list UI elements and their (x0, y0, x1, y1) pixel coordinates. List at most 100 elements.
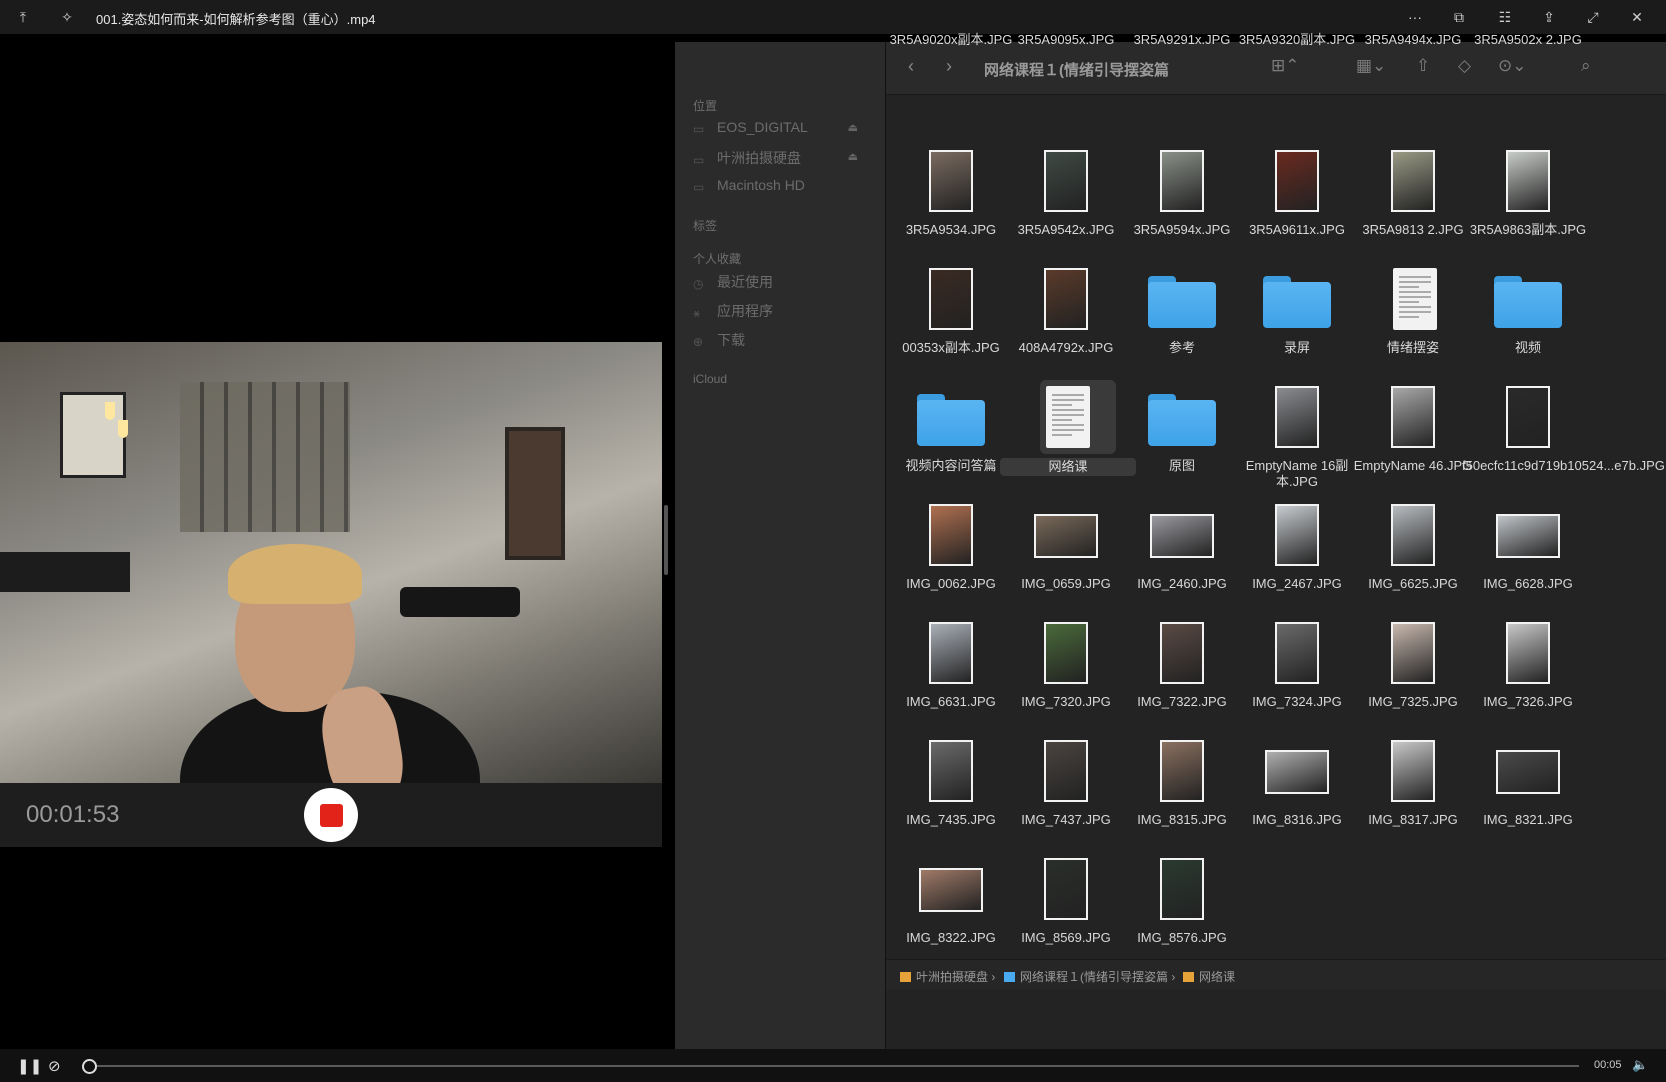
download-icon: ⊕ (693, 335, 704, 350)
file-item[interactable]: EmptyName 46.JPG (1353, 386, 1473, 496)
image-thumbnail (1391, 150, 1435, 212)
pin-icon[interactable]: ✧ (58, 8, 76, 26)
applications-icon: ⚹ (693, 306, 701, 321)
file-item[interactable]: 3R5A9594x.JPG (1122, 150, 1242, 260)
player-controls: ❚❚ ⊘ 00:05 🔈 (0, 1049, 1666, 1082)
image-thumbnail (1391, 504, 1435, 566)
file-item[interactable]: 视频内容问答篇 (891, 386, 1011, 496)
file-item[interactable]: 3R5A9095x.JPG (1006, 32, 1126, 142)
file-item[interactable]: IMG_8316.JPG (1237, 740, 1357, 850)
file-name: IMG_8317.JPG (1368, 812, 1458, 827)
file-item[interactable]: 3R5A9291x.JPG (1122, 32, 1242, 142)
file-item[interactable]: 3R5A9020x副本.JPG (890, 32, 1013, 142)
eject-icon[interactable]: ⏏ (848, 150, 858, 163)
eject-icon[interactable]: ⏏ (848, 121, 858, 134)
file-item[interactable]: 3R5A9542x.JPG (1006, 150, 1126, 260)
image-thumbnail (929, 150, 973, 212)
file-item[interactable]: IMG_7322.JPG (1122, 622, 1242, 732)
file-name: 3R5A9502x 2.JPG (1474, 32, 1582, 47)
image-thumbnail (929, 740, 973, 802)
file-item[interactable]: 参考 (1122, 268, 1242, 378)
file-item[interactable]: IMG_8321.JPG (1468, 740, 1588, 850)
pause-icon[interactable]: ❚❚ (17, 1057, 42, 1075)
file-item[interactable]: 情绪摆姿 (1353, 268, 1473, 378)
image-thumbnail (1391, 386, 1435, 448)
file-name: 视频 (1514, 340, 1541, 355)
file-item[interactable]: IMG_2460.JPG (1122, 504, 1242, 614)
sidebar-item-downloads[interactable]: ⊕ 下载 (693, 330, 878, 354)
file-item[interactable]: IMG_6628.JPG (1468, 504, 1588, 614)
stop-record-button[interactable] (304, 788, 358, 842)
file-item[interactable]: 原图 (1122, 386, 1242, 496)
sidebar-item-eos-digital[interactable]: ▭ EOS_DIGITAL ⏏ (693, 119, 878, 143)
file-item[interactable]: 3R5A9611x.JPG (1237, 150, 1357, 260)
file-item[interactable]: IMG_7437.JPG (1006, 740, 1126, 850)
file-item[interactable]: 00353x副本.JPG (891, 268, 1011, 378)
volume-icon[interactable]: 🔈 (1632, 1057, 1648, 1073)
file-name: IMG_8316.JPG (1252, 812, 1342, 827)
file-item[interactable]: IMG_7320.JPG (1006, 622, 1126, 732)
path-crumb-course[interactable]: 网络课程１(情绪引导摆姿篇 › (1004, 968, 1175, 985)
image-thumbnail (929, 622, 973, 684)
file-name: EmptyName 46.JPG (1353, 458, 1473, 473)
file-item[interactable]: IMG_0062.JPG (891, 504, 1011, 614)
file-name: 3R5A9020x副本.JPG (889, 32, 1013, 47)
image-thumbnail (1391, 740, 1435, 802)
file-item[interactable]: IMG_2467.JPG (1237, 504, 1357, 614)
file-name: IMG_7320.JPG (1021, 694, 1111, 709)
progress-knob[interactable] (82, 1059, 97, 1074)
sidebar-section-icloud: iCloud (693, 372, 728, 386)
share-icon[interactable]: ⇪ (1540, 8, 1558, 26)
file-item[interactable]: IMG_7325.JPG (1353, 622, 1473, 732)
file-item[interactable]: IMG_8322.JPG (891, 858, 1011, 968)
folder-icon (1004, 972, 1015, 982)
file-item[interactable]: IMG_7435.JPG (891, 740, 1011, 850)
file-item[interactable]: IMG_8315.JPG (1122, 740, 1242, 850)
playback-time: 00:05 (1594, 1059, 1622, 1071)
file-item[interactable]: 3R5A9320副本.JPG (1237, 32, 1357, 142)
file-item[interactable]: 网络课 (1000, 380, 1136, 496)
more-icon[interactable]: ··· (1406, 8, 1424, 26)
resize-handle[interactable] (664, 505, 668, 575)
screenshot-icon[interactable]: ⧉ (1450, 8, 1468, 26)
file-item[interactable]: EmptyName 16副本.JPG (1237, 386, 1357, 496)
file-item[interactable]: f50ecfc11c9d719b10524...e7b.JPG (1462, 386, 1665, 496)
file-name: IMG_2460.JPG (1137, 576, 1227, 591)
file-item[interactable]: IMG_0659.JPG (1006, 504, 1126, 614)
file-item[interactable]: IMG_7326.JPG (1468, 622, 1588, 732)
sidebar-item-recents[interactable]: ◷ 最近使用 (693, 272, 878, 296)
file-name: IMG_8569.JPG (1021, 930, 1111, 945)
sidebar-item-applications[interactable]: ⚹ 应用程序 (693, 301, 878, 325)
file-item[interactable]: 3R5A9502x 2.JPG (1468, 32, 1588, 142)
path-crumb-drive[interactable]: 叶洲拍摄硬盘 › (900, 968, 995, 985)
settings-icon[interactable]: ☷ (1496, 8, 1514, 26)
file-item[interactable]: IMG_8569.JPG (1006, 858, 1126, 968)
image-thumbnail (1044, 150, 1088, 212)
pin-top-icon[interactable]: ⤒ (14, 8, 32, 26)
file-item[interactable]: 3R5A9863副本.JPG (1468, 150, 1588, 260)
file-item[interactable]: IMG_8576.JPG (1122, 858, 1242, 968)
file-name: 3R5A9542x.JPG (1017, 222, 1115, 237)
loop-off-icon[interactable]: ⊘ (48, 1057, 61, 1075)
close-icon[interactable]: ✕ (1628, 8, 1646, 26)
drive-icon (900, 972, 911, 982)
file-item[interactable]: IMG_7324.JPG (1237, 622, 1357, 732)
file-item[interactable]: 视频 (1468, 268, 1588, 378)
sidebar-item-macintosh-hd[interactable]: ▭ Macintosh HD (693, 177, 878, 201)
file-item[interactable]: 408A4792x.JPG (1006, 268, 1126, 378)
progress-track[interactable] (89, 1065, 1579, 1067)
file-item[interactable]: 3R5A9494x.JPG (1353, 32, 1473, 142)
fullscreen-icon[interactable]: ⤢ (1584, 8, 1602, 26)
file-item[interactable]: 3R5A9813 2.JPG (1353, 150, 1473, 260)
sidebar-item-external-drive[interactable]: ▭ 叶洲拍摄硬盘 ⏏ (693, 148, 878, 172)
image-thumbnail (1506, 150, 1550, 212)
file-item[interactable]: IMG_8317.JPG (1353, 740, 1473, 850)
path-crumb-current[interactable]: 网络课 (1183, 968, 1235, 985)
file-item[interactable]: 录屏 (1237, 268, 1357, 378)
image-thumbnail (1391, 622, 1435, 684)
file-name: IMG_7437.JPG (1021, 812, 1111, 827)
file-item[interactable]: IMG_6631.JPG (891, 622, 1011, 732)
image-thumbnail (1160, 150, 1204, 212)
file-item[interactable]: 3R5A9534.JPG (891, 150, 1011, 260)
file-item[interactable]: IMG_6625.JPG (1353, 504, 1473, 614)
